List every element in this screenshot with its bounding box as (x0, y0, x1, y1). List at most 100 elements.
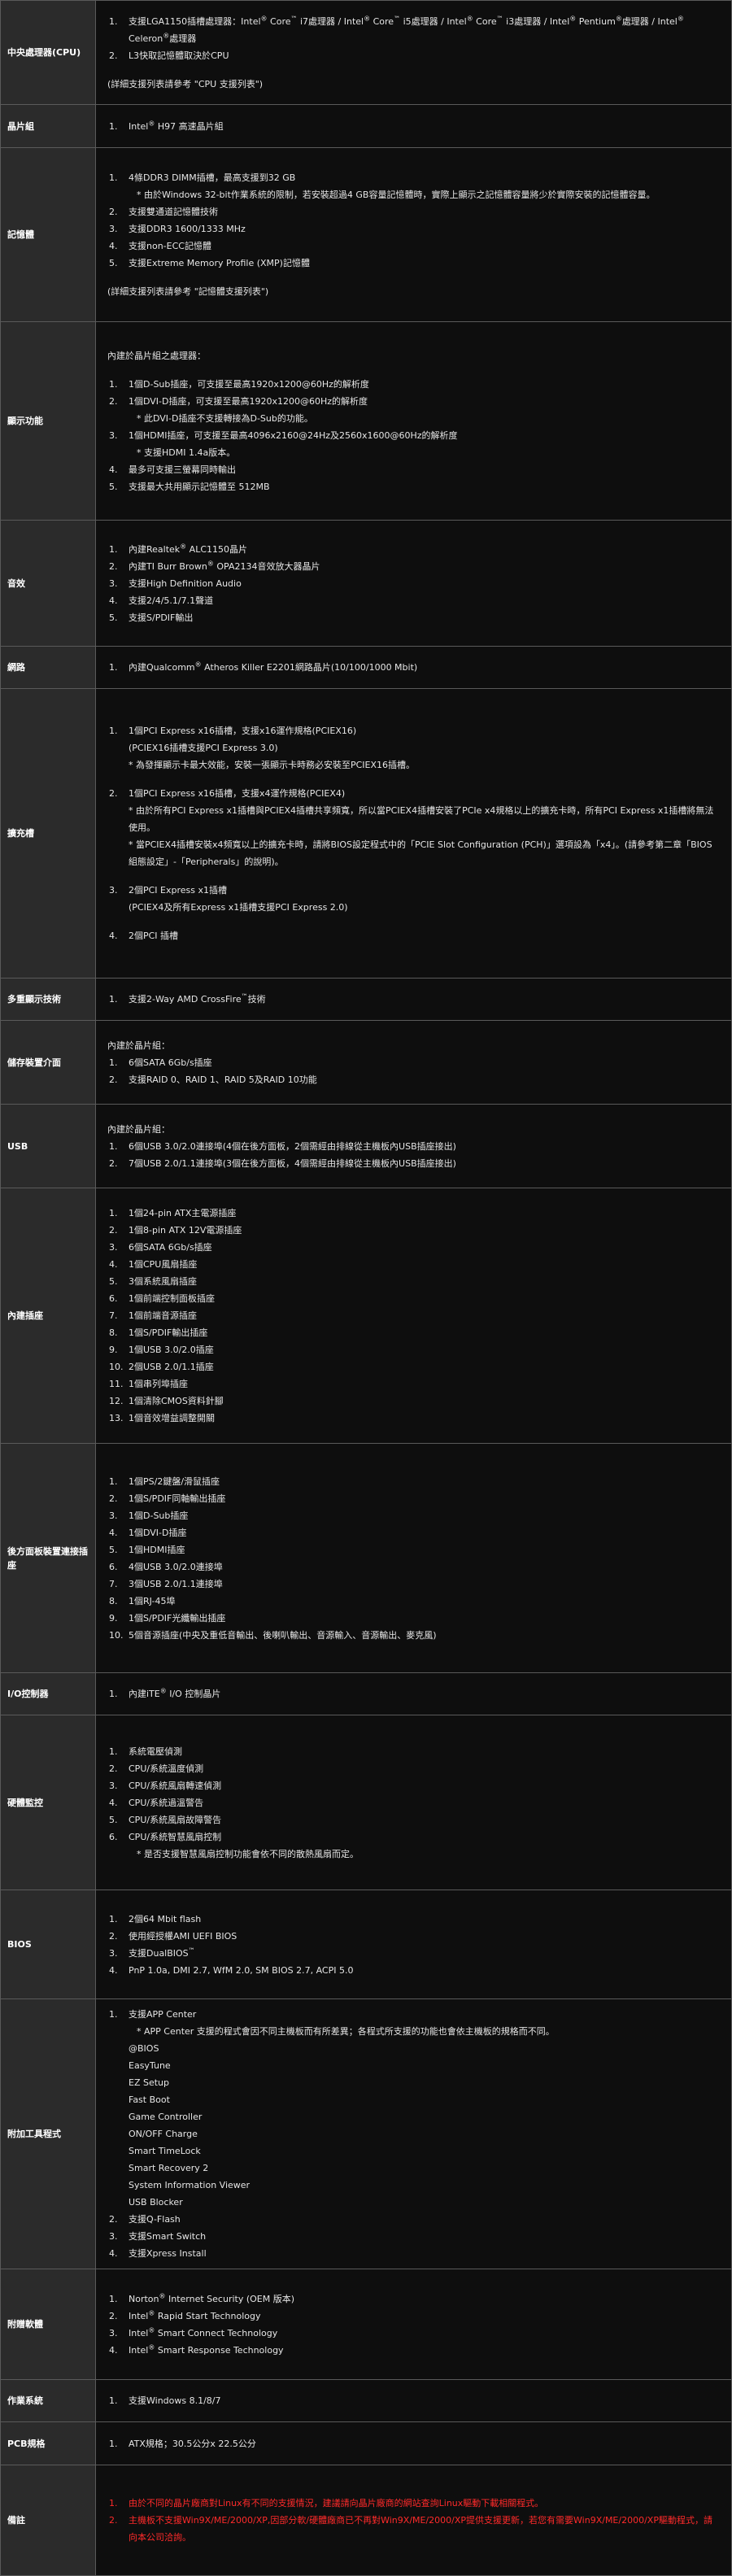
list-number: 1. (109, 172, 118, 183)
spec-content: 1. ATX規格；30.5公分x 22.5公分 (95, 2421, 732, 2465)
spec-text: 4個USB 3.0/2.0連接埠 (129, 1561, 223, 1572)
spec-list-item: 4. 支援2/4/5.1/7.1聲道 (107, 592, 720, 609)
spec-text: 2個USB 2.0/1.1插座 (129, 1362, 214, 1372)
spec-list-item: 8. 1個RJ-45埠 (107, 1593, 720, 1610)
list-number: 1. (109, 994, 118, 1005)
spec-list-item: 3. 支援DDR3 1600/1333 MHz (107, 220, 720, 238)
list-number: 1. (109, 2498, 118, 2508)
spec-list-item: 5. 支援最大共用顯示記憶體至 512MB (107, 478, 720, 495)
spec-list-item: 3. 2個PCI Express x1插槽 (107, 882, 720, 899)
spec-list-item: 11. 1個串列埠插座 (107, 1375, 720, 1393)
spec-list-item: 2. 支援Q-Flash (107, 2211, 720, 2228)
spec-text: System Information Viewer (129, 2180, 251, 2190)
spec-note: Fast Boot (107, 2091, 720, 2108)
list-number: 4. (109, 2344, 118, 2356)
spec-list-item: 3. 支援Smart Switch (107, 2228, 720, 2245)
spec-text: 6個SATA 6Gb/s插座 (129, 1242, 212, 1253)
spec-list-item: 2. 1個8-pin ATX 12V電源插座 (107, 1222, 720, 1239)
spec-list-item: 1. 支援APP Center (107, 2006, 720, 2023)
spec-content: 1. Intel® H97 高速晶片組 (95, 104, 732, 148)
list-number: 8. (109, 1327, 118, 1338)
spec-row: 硬體監控 1. 系統電壓偵測 2. CPU/系統溫度偵測 3. CPU/系統風扇轉速偵測 4.… (0, 1715, 732, 1890)
spec-text: 支援non-ECC記憶體 (129, 241, 211, 251)
spec-list-item: 1. 內建Realtek® ALC1150晶片 (107, 541, 720, 558)
spec-text: CPU/系統風扇故障警告 (129, 1814, 222, 1825)
list-number: 5. (109, 1276, 118, 1287)
spec-note: EasyTune (107, 2057, 720, 2074)
spec-row: BIOS 1. 2個64 Mbit flash 2. 使用經授權AMI UEFI BIO… (0, 1890, 732, 1999)
spec-text: 內建TI Burr Brown® OPA2134音效放大器晶片 (129, 559, 320, 572)
spec-list-item: 1. 1個PCI Express x16插槽，支援x16運作規格(PCIEX16) (107, 722, 720, 739)
spec-text: * APP Center 支援的程式會因不同主機板而有所差異；各程式所支援的功能… (137, 2026, 555, 2037)
list-number: 4. (109, 464, 118, 475)
spec-content: 1. 內建Realtek® ALC1150晶片 2. 內建TI Burr Brown®… (95, 520, 732, 647)
spec-text: 1個8-pin ATX 12V電源插座 (129, 1225, 242, 1236)
spec-label: 多重顯示技術 (0, 978, 96, 1021)
spec-row: PCB規格 1. ATX規格；30.5公分x 22.5公分 (0, 2421, 732, 2465)
list-number: 4. (109, 241, 118, 251)
spec-text: 1個S/PDIF輸出插座 (129, 1327, 208, 1338)
spec-content: 1. 支援2-Way AMD CrossFire™技術 (95, 978, 732, 1021)
spec-list-item: 1. 系統電壓偵測 (107, 1743, 720, 1760)
spec-list-item: 1. 1個D-Sub插座，可支援至最高1920x1200@60Hz的解析度 (107, 376, 720, 393)
spec-list-item: 4. 1個CPU風扇插座 (107, 1256, 720, 1273)
spec-text: Smart Recovery 2 (129, 2163, 209, 2173)
spec-text: 支援雙通道記憶體技術 (129, 207, 218, 217)
list-number: 2. (109, 1225, 118, 1236)
spec-list-item: 9. 1個USB 3.0/2.0插座 (107, 1341, 720, 1358)
list-number: 1. (109, 726, 118, 736)
spec-list-item: 2. CPU/系統溫度偵測 (107, 1760, 720, 1777)
spec-text: 系統電壓偵測 (129, 1746, 182, 1757)
spec-text: 支援Smart Switch (129, 2231, 207, 2242)
spec-label: 擴充槽 (0, 688, 96, 979)
spec-content: 1. 系統電壓偵測 2. CPU/系統溫度偵測 3. CPU/系統風扇轉速偵測 4. CPU/… (95, 1715, 732, 1890)
spec-text: EZ Setup (129, 2077, 169, 2088)
spec-list-item: 4. CPU/系統過溫警告 (107, 1794, 720, 1811)
spec-list-item: 1. 1個24-pin ATX主電源插座 (107, 1205, 720, 1222)
spec-content: 1. 1個PCI Express x16插槽，支援x16運作規格(PCIEX16)… (95, 688, 732, 979)
list-number: 2. (109, 788, 118, 799)
spec-text: CPU/系統智慧風扇控制 (129, 1831, 222, 1842)
spec-text: 1個PS/2鍵盤/滑鼠插座 (129, 1475, 220, 1487)
spec-text: 支援LGA1150插槽處理器：Intel® Core™ i7處理器 / Inte… (129, 14, 684, 44)
spec-content: 1. 內建iTE® I/O 控制晶片 (95, 1672, 732, 1715)
spec-content: 內建於晶片組： 1. 6個USB 3.0/2.0連接埠(4個在後方面板，2個需經由排… (95, 1104, 732, 1188)
list-number: 1. (109, 1689, 118, 1699)
spec-text: 5個音源插座(中央及重低音輸出、後喇叭輸出、音源輸入、音源輸出、麥克風) (129, 1629, 437, 1641)
spec-text: Intel® Smart Response Technology (129, 2343, 284, 2356)
list-number: 3. (109, 1242, 118, 1253)
spec-text: 3個系統風扇插座 (129, 1276, 197, 1287)
spec-text: CPU/系統過溫警告 (129, 1797, 204, 1808)
spec-text: 2個PCI 插槽 (129, 931, 179, 941)
spec-content: 1. 4條DDR3 DIMM插槽，最高支援到32 GB * 由於Windows 32… (95, 147, 732, 322)
list-number: 3. (109, 1510, 118, 1521)
spec-list-item: 1. 6個SATA 6Gb/s插座 (107, 1054, 720, 1071)
spec-text: 支援High Definition Audio (129, 578, 242, 589)
spec-note: Smart TimeLock (107, 2142, 720, 2160)
spec-list-item: 1. 6個USB 3.0/2.0連接埠(4個在後方面板，2個需經由排線從主機板內U… (107, 1138, 720, 1155)
spec-label: 附贈軟體 (0, 2269, 96, 2380)
list-number: 3. (109, 1947, 118, 1959)
spec-text: 1個PCI Express x16插槽，支援x16運作規格(PCIEX16) (129, 726, 357, 736)
spec-note: (詳細支援列表請參考 "CPU 支援列表") (107, 76, 720, 93)
spec-content: 1. 支援LGA1150插槽處理器：Intel® Core™ i7處理器 / In… (95, 0, 732, 105)
spec-list-item: 5. 支援Extreme Memory Profile (XMP)記憶體 (107, 255, 720, 272)
spec-text: 6個SATA 6Gb/s插座 (129, 1057, 212, 1068)
spec-label: 備註 (0, 2465, 96, 2576)
spec-text: 主機板不支援Win9X/ME/2000/XP,因部分軟/硬體廠商已不再對Win9… (129, 2515, 712, 2543)
list-number: 7. (109, 1578, 118, 1589)
spec-table: 中央處理器(CPU) 1. 支援LGA1150插槽處理器：Intel® Core™ … (0, 0, 732, 2576)
spec-list-item: 6. 4個USB 3.0/2.0連接埠 (107, 1558, 720, 1576)
spec-list-item: 2. 7個USB 2.0/1.1連接埠(3個在後方面板，4個需經由排線從主機板內U… (107, 1155, 720, 1172)
spec-text: 1個DVI-D插座 (129, 1527, 187, 1538)
spec-row: 顯示功能 內建於晶片組之處理器： 1. 1個D-Sub插座，可支援至最高1920x12… (0, 321, 732, 521)
spec-label: 中央處理器(CPU) (0, 0, 96, 105)
list-number: 2. (109, 1157, 118, 1169)
spec-text: Game Controller (129, 2112, 203, 2122)
spec-text: 內建Qualcomm® Atheros Killer E2201網路晶片(10/… (129, 660, 418, 673)
spec-text: Intel® Smart Connect Technology (129, 2325, 278, 2338)
spec-list-item: 1. 內建Qualcomm® Atheros Killer E2201網路晶片(1… (107, 659, 720, 676)
